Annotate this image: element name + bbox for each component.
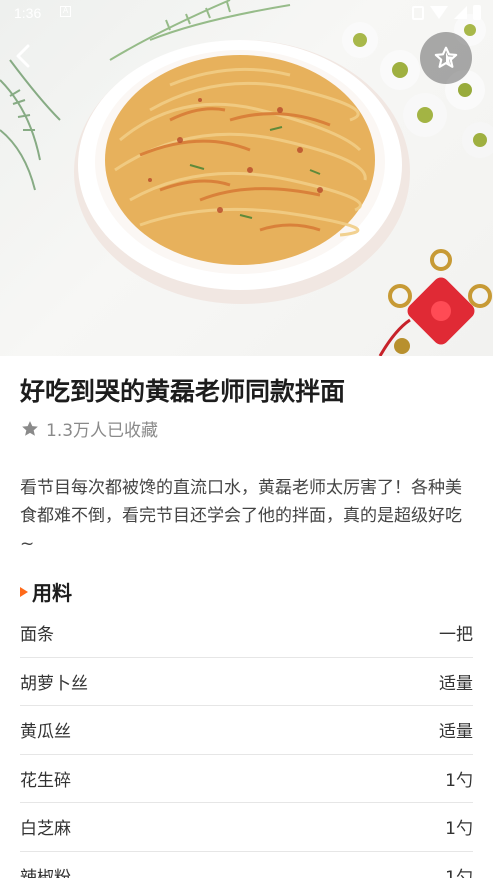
ingredient-row: 黄瓜丝 适量 [20, 706, 473, 755]
noodle-dish-illustration [0, 0, 493, 356]
ingredient-name: 辣椒粉 [20, 867, 71, 878]
ingredient-row: 白芝麻 1勺 [20, 803, 473, 852]
cellular-icon [454, 6, 467, 19]
favorite-count: 1.3万人已收藏 [46, 421, 159, 441]
battery-icon [473, 5, 481, 20]
status-time: 1:36 [14, 5, 42, 21]
recipe-hero-image: 1:36 A [0, 0, 493, 356]
favorite-count-row: 1.3万人已收藏 [20, 416, 158, 441]
recipe-description: 看节目每次都被馋的直流口水，黄磊老师太厉害了！各种美食都难不倒，看完节目还学会了… [20, 478, 462, 554]
ingredient-name: 胡萝卜丝 [20, 673, 88, 694]
vibrate-icon [412, 5, 424, 20]
ingredient-amount: 一把 [439, 625, 473, 646]
status-icons [412, 5, 481, 20]
ingredient-row: 面条 一把 [20, 609, 473, 658]
ingredient-row: 辣椒粉 1勺 [20, 852, 473, 878]
ingredient-row: 胡萝卜丝 适量 [20, 658, 473, 706]
favorite-button[interactable] [420, 32, 472, 84]
notification-icon: A [60, 6, 71, 17]
ingredient-name: 花生碎 [20, 770, 71, 791]
ingredient-amount: 1勺 [445, 867, 473, 878]
ingredient-name: 黄瓜丝 [20, 722, 71, 743]
wifi-icon [430, 6, 448, 19]
back-button[interactable] [10, 38, 40, 74]
ingredient-amount: 适量 [439, 673, 473, 694]
ingredient-name: 面条 [20, 625, 54, 646]
ingredient-amount: 适量 [439, 722, 473, 743]
star-icon [434, 46, 458, 68]
ingredient-amount: 1勺 [445, 770, 473, 791]
star-icon [22, 420, 38, 436]
ingredients-list: 面条 一把 胡萝卜丝 适量 黄瓜丝 适量 花生碎 1勺 白芝麻 1勺 辣椒粉 1… [20, 609, 473, 878]
recipe-title: 好吃到哭的黄磊老师同款拌面 [20, 377, 346, 406]
ingredient-amount: 1勺 [445, 819, 473, 840]
section-marker-icon [20, 586, 28, 597]
chevron-left-icon [16, 44, 30, 68]
status-bar: 1:36 A [0, 0, 493, 28]
ingredient-name: 白芝麻 [20, 819, 71, 840]
section-title: 用料 [32, 581, 72, 605]
ingredient-row: 花生碎 1勺 [20, 755, 473, 803]
ingredients-header: 用料 [20, 577, 72, 606]
